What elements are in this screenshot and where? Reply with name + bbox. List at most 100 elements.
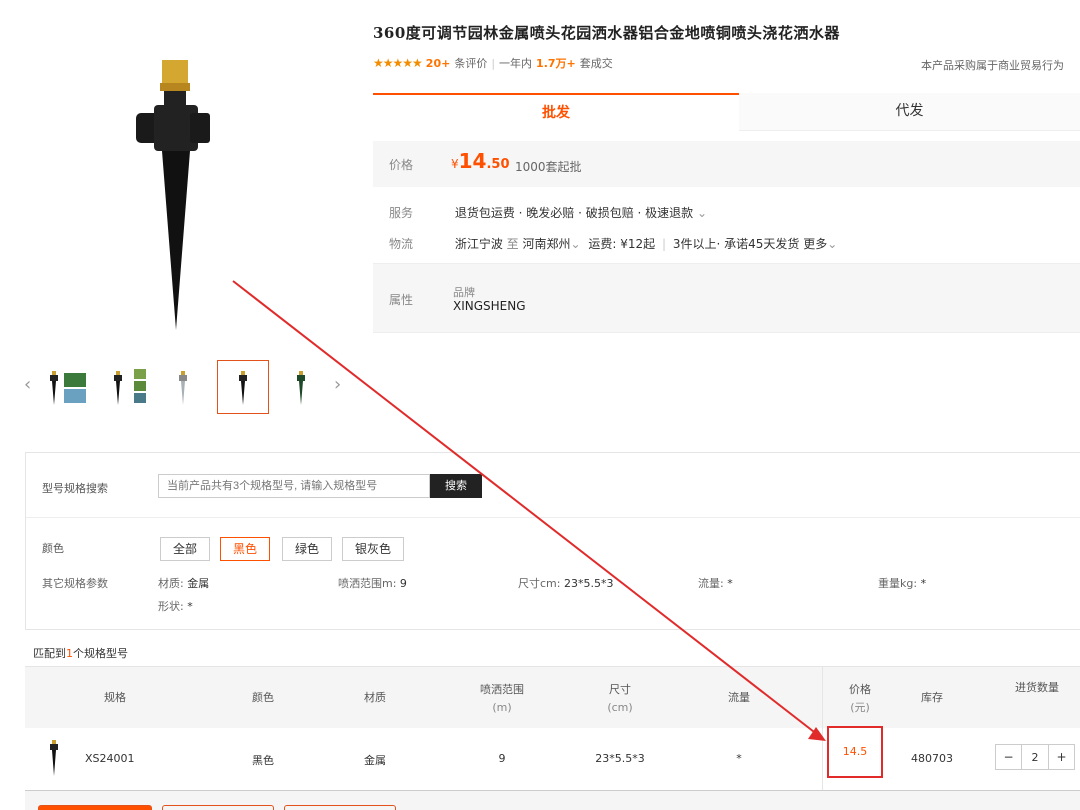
attribute-label: 属性 [389,293,414,307]
param-weight: 重量kg: * [878,575,926,591]
row-product-icon [47,740,61,779]
decrement-button[interactable]: − [996,745,1022,769]
header-range-unit: (m) [492,701,512,714]
search-button[interactable]: 搜索 [430,474,482,498]
param-shape-label: 形状: [158,600,184,613]
header-material: 材质 [364,691,386,704]
primary-action-button[interactable] [38,805,152,810]
cell-range: 9 [498,752,506,765]
param-weight-value: * [920,577,927,590]
color-label: 颜色 [42,542,64,555]
thumbnail-2[interactable] [104,360,156,414]
tab-wholesale[interactable]: 批发 [373,93,739,131]
service-label: 服务 [389,206,414,220]
matched-suffix: 个规格型号 [73,647,128,660]
logistics-to[interactable]: 河南郑州 [523,237,571,251]
business-note: 本产品采购属于商业贸易行为 [921,59,1064,72]
freight: 运费: ¥12起 [588,237,656,251]
param-material: 材质: 金属 [158,575,209,591]
matched-count: 匹配到1个规格型号 [33,645,128,661]
service-row: 服务 退货包运费 · 晚发必赔 · 破损包赔 · 极速退款 ⌄ [373,204,707,221]
cell-price-highlighted: 14.5 [827,726,883,778]
matched-number: 1 [66,647,73,660]
secondary-action-button[interactable] [162,805,274,810]
param-shape: 形状: * [158,598,193,614]
cell-stock: 480703 [911,752,953,765]
spec-search-input[interactable] [158,474,430,498]
chevron-down-icon[interactable]: ⌄ [827,237,837,251]
color-option-all[interactable]: 全部 [160,537,211,561]
sold-label: 套成交 [579,57,613,70]
logistics-label: 物流 [389,237,414,251]
price-decimal: .50 [486,157,510,172]
product-title: 360度可调节园林金属喷头花园洒水器铝合金地喷铜喷头浇花洒水器 [373,24,840,42]
chevron-down-icon[interactable]: ⌄ [697,206,707,220]
sold-count: 1.7万+ [536,57,576,70]
min-batch: 1000套起批 [515,160,582,174]
review-label: 条评价 [454,57,488,70]
param-weight-label: 重量kg: [878,577,918,590]
currency-symbol: ¥ [451,157,459,171]
param-shape-value: * [187,600,193,613]
cell-color: 黑色 [252,754,274,767]
divider [26,517,1080,518]
rating-row: ★★★★★ 20+ 条评价 | 一年内 1.7万+ 套成交 [373,55,613,71]
param-flow-label: 流量: [698,577,724,590]
thumbnail-3[interactable] [157,360,209,414]
thumbnail-1[interactable] [42,360,94,414]
brand-label: 品牌 [453,286,475,299]
param-material-value: 金属 [187,577,210,590]
product-main-image [120,55,230,335]
thumbnail-4-active[interactable] [217,360,269,414]
param-flow: 流量: * [698,575,733,591]
cell-material: 金属 [364,754,386,767]
param-range: 喷洒范围m: 9 [338,575,407,591]
header-range: 喷洒范围 [480,683,524,696]
star-rating-icon: ★★★★★ [373,56,423,70]
color-option-silver[interactable]: 银灰色 [342,537,405,561]
attribute-box: 属性 品牌 XINGSHENG [373,263,1080,333]
chevron-right-icon[interactable]: › [334,374,341,395]
header-size-unit: (cm) [607,701,633,714]
thumbnail-5[interactable] [275,360,327,414]
chevron-left-icon[interactable]: ‹ [24,374,31,395]
thumbnail-strip: ‹ › [22,360,352,416]
quantity-stepper: − 2 + [995,744,1075,770]
spec-search-label: 型号规格搜索 [42,482,108,495]
quantity-input[interactable]: 2 [1022,745,1048,769]
price-box: 价格 ¥14.50 1000套起批 [373,141,1080,187]
matched-prefix: 匹配到 [33,647,66,660]
chevron-down-icon[interactable]: ⌄ [571,237,581,251]
header-flow: 流量 [728,691,750,704]
price-value: ¥14.50 [451,149,510,173]
color-option-black[interactable]: 黑色 [220,537,271,561]
brand-value: XINGSHENG [453,299,526,313]
cell-spec: XS24001 [85,752,135,765]
param-flow-value: * [727,577,733,590]
increment-button[interactable]: + [1048,745,1074,769]
price-label: 价格 [389,158,414,172]
param-size: 尺寸cm: 23*5.5*3 [518,575,613,591]
more-link[interactable]: 更多 [803,237,827,251]
color-option-green[interactable]: 绿色 [282,537,333,561]
param-range-label: 喷洒范围m: [338,577,397,590]
param-material-label: 材质: [158,577,184,590]
purchase-tabs: 批发 代发 [373,93,1080,131]
service-text[interactable]: 退货包运费 · 晚发必赔 · 破损包赔 · 极速退款 [455,206,693,220]
param-size-value: 23*5.5*3 [563,577,614,590]
tertiary-action-button[interactable] [284,805,396,810]
logistics-to-word: 至 [506,237,519,251]
divider: | [491,56,496,70]
logistics-from: 浙江宁波 [454,237,503,251]
divider: | [662,237,667,251]
year-label: 一年内 [499,57,533,70]
cell-flow: * [736,752,742,765]
other-params-label: 其它规格参数 [42,577,108,590]
cell-size: 23*5.5*3 [595,752,645,765]
price-integer: 14 [458,149,487,173]
delivery-promise: 3件以上· 承诺45天发货 [672,237,800,251]
header-color: 颜色 [252,691,274,704]
tab-dropship[interactable]: 代发 [739,93,1080,131]
review-count[interactable]: 20+ [426,57,451,70]
table-row: XS24001 黑色 金属 9 23*5.5*3 * 480703 [25,728,1080,790]
